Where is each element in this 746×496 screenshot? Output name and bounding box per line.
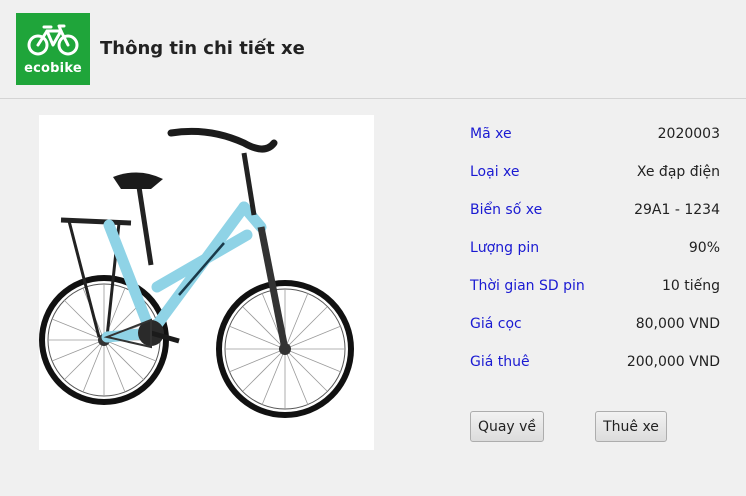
detail-label: Giá cọc: [470, 316, 522, 332]
detail-row-deposit: Giá cọc 80,000 VND: [470, 305, 720, 343]
detail-value: 90%: [688, 240, 720, 256]
detail-row-rental-price: Giá thuê 200,000 VND: [470, 343, 720, 381]
detail-label: Thời gian SD pin: [470, 278, 585, 294]
detail-value: 80,000 VND: [635, 316, 720, 332]
page-title: Thông tin chi tiết xe: [100, 38, 305, 59]
detail-row-bike-type: Loại xe Xe đạp điện: [470, 153, 720, 191]
rent-bike-button[interactable]: Thuê xe: [595, 411, 667, 442]
detail-label: Loại xe: [470, 164, 520, 180]
detail-label: Biển số xe: [470, 202, 543, 218]
detail-value: 200,000 VND: [626, 354, 720, 370]
bike-details: Mã xe 2020003 Loại xe Xe đạp điện Biển s…: [470, 115, 720, 381]
app-header: ecobike Thông tin chi tiết xe: [0, 0, 746, 99]
detail-value: Xe đạp điện: [636, 164, 720, 180]
logo-text: ecobike: [24, 61, 82, 76]
detail-row-battery-time: Thời gian SD pin 10 tiếng: [470, 267, 720, 305]
back-button[interactable]: Quay về: [470, 411, 544, 442]
detail-row-battery-level: Lượng pin 90%: [470, 229, 720, 267]
detail-label: Lượng pin: [470, 240, 540, 256]
detail-row-bike-id: Mã xe 2020003: [470, 115, 720, 153]
detail-row-license-plate: Biển số xe 29A1 - 1234: [470, 191, 720, 229]
detail-value: 2020003: [657, 126, 720, 142]
detail-label: Mã xe: [470, 126, 512, 142]
bicycle-icon: [27, 24, 79, 56]
ecobike-logo: ecobike: [16, 13, 90, 85]
detail-value: 29A1 - 1234: [634, 202, 720, 218]
detail-label: Giá thuê: [470, 354, 530, 370]
bike-photo: [39, 115, 374, 450]
detail-value: 10 tiếng: [661, 278, 720, 294]
